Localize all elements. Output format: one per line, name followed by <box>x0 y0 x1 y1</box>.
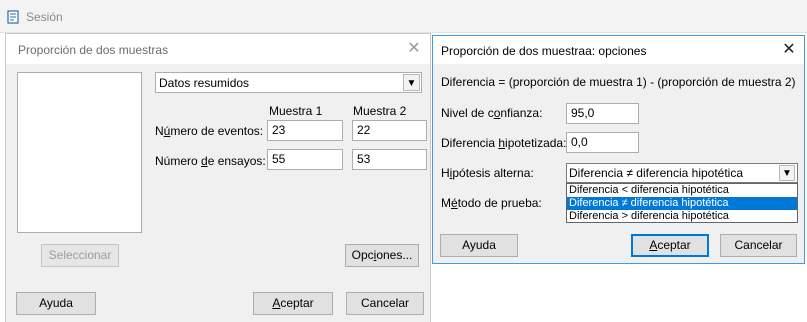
dialog-titlebar: Proporción de dos muestras ✕ <box>6 34 430 64</box>
alternative-hypothesis-label: Hipótesis alterna: <box>441 166 534 180</box>
options-dialog: Proporción de dos muestraa: opciones ✕ D… <box>432 35 805 264</box>
data-format-value: Datos resumidos <box>159 76 250 90</box>
trials-sample2-input[interactable]: 53 <box>352 149 427 170</box>
chevron-down-icon[interactable]: ▼ <box>779 165 795 181</box>
variable-list[interactable] <box>17 72 142 233</box>
events-sample1-input[interactable]: 23 <box>267 120 343 141</box>
alternative-hypothesis-dropdown: Diferencia < diferencia hipotética Difer… <box>566 183 798 223</box>
session-title: Sesión <box>26 10 63 24</box>
confidence-label: Nivel de confianza: <box>441 106 543 120</box>
dropdown-option-greater[interactable]: Diferencia > diferencia hipotética <box>567 210 797 223</box>
data-format-select[interactable]: Datos resumidos ▼ <box>155 72 422 93</box>
confidence-input[interactable]: 95,0 <box>566 103 639 124</box>
session-window-titlebar: Sesión <box>0 0 807 33</box>
test-method-label: Método de prueba: <box>441 196 542 210</box>
trials-label: Número de ensayos: <box>155 154 266 168</box>
hypothesized-difference-label: Diferencia hipotetizada: <box>441 136 567 150</box>
dialog-title: Proporción de dos muestraa: opciones <box>441 44 647 58</box>
trials-sample1-input[interactable]: 55 <box>267 149 343 170</box>
select-button[interactable]: Seleccionar <box>41 244 119 267</box>
chevron-down-icon[interactable]: ▼ <box>403 74 420 91</box>
help-button[interactable]: Ayuda <box>440 234 518 257</box>
dialog-title: Proporción de dos muestras <box>18 43 169 57</box>
help-button[interactable]: Ayuda <box>16 292 96 315</box>
alternative-hypothesis-value: Diferencia ≠ diferencia hipotética <box>569 166 744 180</box>
column-header-sample1: Muestra 1 <box>269 104 323 118</box>
cancel-button[interactable]: Cancelar <box>720 234 797 257</box>
session-icon <box>7 10 19 24</box>
hypothesized-difference-input[interactable]: 0,0 <box>566 132 639 153</box>
cancel-button[interactable]: Cancelar <box>346 292 424 315</box>
two-proportions-dialog: Proporción de dos muestras ✕ Datos resum… <box>5 33 431 322</box>
column-header-sample2: Muestra 2 <box>353 104 407 118</box>
dialog-titlebar: Proporción de dos muestraa: opciones ✕ <box>433 36 804 64</box>
close-icon[interactable]: ✕ <box>404 40 424 58</box>
events-sample2-input[interactable]: 22 <box>352 120 427 141</box>
options-button[interactable]: Opciones... <box>345 244 419 267</box>
difference-formula: Diferencia = (proporción de muestra 1) -… <box>441 75 796 89</box>
ok-button[interactable]: Aceptar <box>631 234 709 257</box>
dropdown-option-not-equal[interactable]: Diferencia ≠ diferencia hipotética <box>567 197 797 210</box>
events-label: Número de eventos: <box>155 124 264 138</box>
ok-button[interactable]: Aceptar <box>253 292 333 315</box>
alternative-hypothesis-select[interactable]: Diferencia ≠ diferencia hipotética ▼ <box>566 163 798 183</box>
dropdown-option-less[interactable]: Diferencia < diferencia hipotética <box>567 184 797 197</box>
close-icon[interactable]: ✕ <box>779 41 799 59</box>
